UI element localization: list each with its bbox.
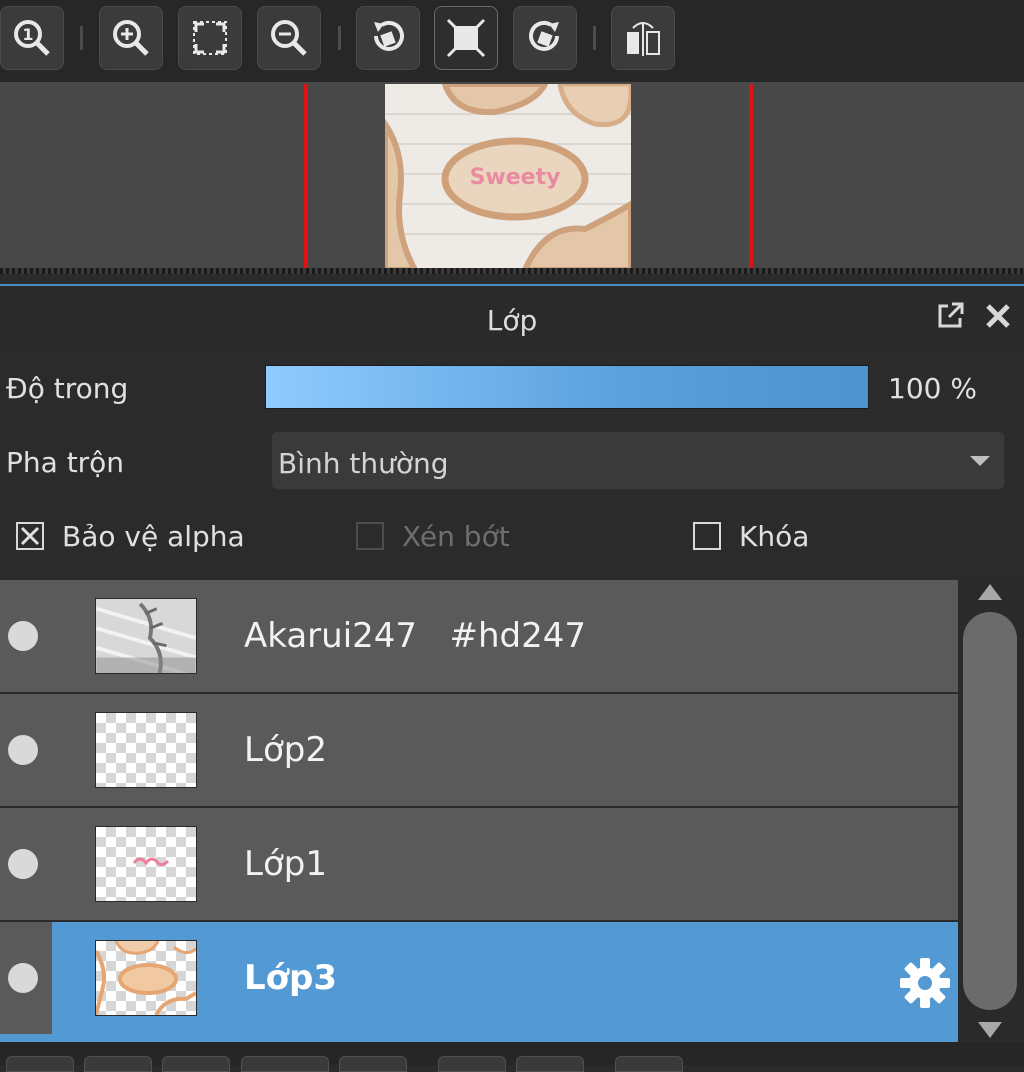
zoom-in-icon: [113, 20, 149, 56]
navigator-frame-right: [749, 84, 753, 270]
panel-splitter[interactable]: [0, 268, 1024, 274]
zoom-out-icon: [271, 20, 307, 56]
visibility-dot-icon[interactable]: [8, 735, 38, 765]
blend-mode-select[interactable]: Bình thường: [271, 431, 1005, 490]
toolbar-separator: [80, 26, 83, 50]
layer-list: Akarui247 #hd247 Lớp2 Lớp1 Lớp3: [0, 580, 958, 1042]
gear-icon[interactable]: [898, 956, 952, 1010]
check-x-icon: [20, 526, 40, 546]
layer-action-button[interactable]: [615, 1056, 683, 1072]
clipping-checkbox[interactable]: [356, 522, 384, 550]
blend-mode-value: Bình thường: [278, 447, 449, 480]
layer-action-button[interactable]: [6, 1056, 74, 1072]
visibility-dot-icon[interactable]: [8, 621, 38, 651]
navigator-frame-left: [304, 84, 308, 270]
layer-name: Lớp2: [244, 730, 327, 770]
zoom-out-button[interactable]: [257, 6, 321, 70]
close-icon[interactable]: [982, 300, 1014, 332]
layer-action-button[interactable]: [241, 1056, 329, 1072]
layer-thumbnail: [95, 598, 197, 674]
opacity-slider[interactable]: [265, 365, 869, 409]
thumbnail-art: [96, 941, 196, 1015]
layer-thumbnail: [95, 940, 197, 1016]
rotate-right-icon: [529, 21, 559, 51]
layer-panel-header: Lớp: [0, 284, 1024, 348]
chevron-down-icon: [970, 456, 990, 466]
opacity-value: 100 %: [888, 372, 977, 405]
layer-row-selected[interactable]: Lớp3: [0, 922, 958, 1042]
opacity-label: Độ trong: [6, 372, 129, 405]
lock-label: Khóa: [739, 520, 810, 553]
layer-action-button[interactable]: [516, 1056, 584, 1072]
zoom-actual-size-icon: 1: [14, 20, 50, 56]
panel-title: Lớp: [486, 304, 538, 337]
fit-screen-icon: [193, 21, 227, 55]
popout-icon[interactable]: [934, 300, 966, 332]
lock-checkbox[interactable]: [693, 522, 721, 550]
layer-actions-bar: [0, 1042, 1024, 1065]
layer-name: Akarui247 #hd247: [244, 616, 586, 656]
flip-horizontal-icon: [627, 22, 660, 56]
scroll-up-icon[interactable]: [976, 582, 1004, 602]
blend-label: Pha trộn: [6, 446, 125, 479]
scroll-down-icon[interactable]: [976, 1020, 1004, 1040]
fit-canvas-button[interactable]: [434, 6, 498, 70]
svg-text:Sweety: Sweety: [470, 165, 561, 190]
thumbnail-art: [132, 857, 170, 867]
layer-thumbnail: [95, 712, 197, 788]
layer-action-button[interactable]: [84, 1056, 152, 1072]
layer-row[interactable]: Lớp1: [0, 808, 958, 922]
rotate-right-button[interactable]: [513, 6, 577, 70]
visibility-dot-icon[interactable]: [8, 849, 38, 879]
zoom-in-button[interactable]: [99, 6, 163, 70]
visibility-dot-icon[interactable]: [8, 963, 38, 993]
fit-canvas-icon: [446, 18, 486, 58]
layer-action-button[interactable]: [339, 1056, 407, 1072]
layer-row[interactable]: Akarui247 #hd247: [0, 580, 958, 694]
toolbar-separator: [593, 26, 596, 50]
layer-action-button[interactable]: [162, 1056, 230, 1072]
layer-name: Lớp1: [244, 844, 327, 884]
scrollbar-thumb[interactable]: [963, 612, 1017, 1010]
rotate-left-icon: [374, 21, 404, 51]
protect-alpha-checkbox[interactable]: [16, 522, 44, 550]
layer-thumbnail: [95, 826, 197, 902]
flip-horizontal-button[interactable]: [611, 6, 675, 70]
canvas-preview: Sweety: [385, 84, 631, 270]
clipping-label: Xén bớt: [402, 520, 510, 553]
zoom-actual-size-button[interactable]: 1: [0, 6, 64, 70]
view-toolbar: 1: [0, 0, 1024, 82]
layer-name: Lớp3: [244, 958, 338, 998]
fit-screen-button[interactable]: [178, 6, 242, 70]
toolbar-separator: [338, 26, 341, 50]
protect-alpha-label: Bảo vệ alpha: [62, 520, 245, 553]
rotate-left-button[interactable]: [356, 6, 420, 70]
layer-action-button[interactable]: [438, 1056, 506, 1072]
layer-row[interactable]: Lớp2: [0, 694, 958, 808]
svg-text:1: 1: [22, 25, 33, 44]
